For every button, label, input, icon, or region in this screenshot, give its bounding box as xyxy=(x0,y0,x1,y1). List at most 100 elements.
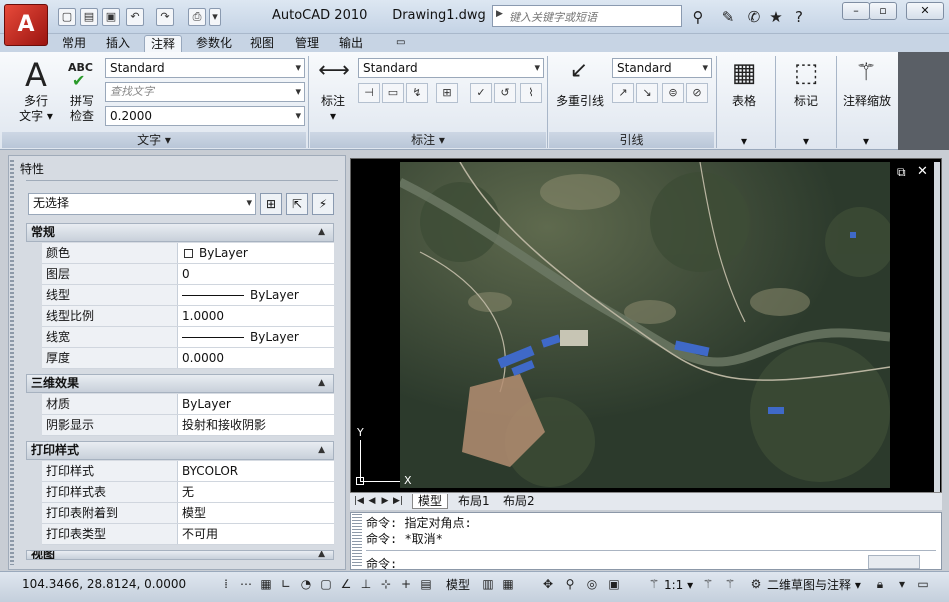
ortho-icon[interactable]: ∟ xyxy=(278,575,294,593)
auto-scale-icon[interactable]: ⚚ xyxy=(722,575,738,593)
layout-view-icon[interactable]: ▥ xyxy=(480,575,496,593)
tab-output[interactable]: 输出 xyxy=(333,35,369,52)
polar-icon[interactable]: ◔ xyxy=(298,575,314,593)
tab-model[interactable]: 模型 xyxy=(412,494,449,509)
undo-icon[interactable]: ↶ xyxy=(126,8,144,26)
model-space-toggle[interactable]: 模型 xyxy=(446,576,470,594)
multileader-button[interactable]: 多重引线 xyxy=(552,94,608,109)
prev-tab-icon[interactable]: ◀ xyxy=(366,494,378,508)
dimension-button[interactable]: 标注 ▾ xyxy=(314,94,352,124)
tab-layout2[interactable]: 布局2 xyxy=(498,494,540,509)
first-tab-icon[interactable]: |◀ xyxy=(353,494,365,508)
communication-icon[interactable]: ✆ xyxy=(744,7,764,27)
prop-row[interactable]: 图层 0 xyxy=(42,264,334,285)
find-text-input[interactable]: 查找文字 xyxy=(105,82,305,102)
vertical-scrollbar[interactable] xyxy=(934,162,940,492)
maximize-button[interactable]: ▫ xyxy=(869,2,897,20)
prop-row[interactable]: 线宽 ByLayer xyxy=(42,327,334,348)
next-tab-icon[interactable]: ▶ xyxy=(379,494,391,508)
quick-select-icon[interactable]: ⚡ xyxy=(312,193,334,215)
redo-icon[interactable]: ↷ xyxy=(156,8,174,26)
prop-row[interactable]: 阴影显示 投射和接收阴影 xyxy=(42,415,334,436)
tab-view[interactable]: 视图 xyxy=(244,35,280,52)
annotation-scale-button[interactable]: 注释缩放 xyxy=(840,94,894,109)
select-objects-icon[interactable]: ⇱ xyxy=(286,193,308,215)
toggle-pickadd-icon[interactable]: ⊞ xyxy=(260,193,282,215)
collect-leader-icon[interactable]: ⊘ xyxy=(686,83,708,103)
prop-row[interactable]: 材质 ByLayer xyxy=(42,394,334,415)
binoculars-icon[interactable]: ⚲ xyxy=(688,7,708,27)
section-general[interactable]: 常规 xyxy=(26,223,334,242)
lineweight-icon[interactable]: + xyxy=(398,575,414,593)
quick-access-dropdown-icon[interactable]: ▾ xyxy=(209,8,221,26)
prop-row[interactable]: 打印样式表无 xyxy=(42,482,334,503)
prop-row[interactable]: 打印表类型 不可用 xyxy=(42,524,334,545)
tab-manage[interactable]: 管理 xyxy=(289,35,325,52)
new-file-icon[interactable]: ▢ xyxy=(58,8,76,26)
command-grip[interactable] xyxy=(352,514,362,566)
palette-grip[interactable] xyxy=(10,160,14,565)
tab-layout1[interactable]: 布局1 xyxy=(453,494,495,509)
markup-button[interactable]: 标记 xyxy=(784,94,828,109)
leader-panel-label[interactable]: 引线 xyxy=(549,132,714,148)
section-view[interactable]: 视图 xyxy=(26,550,334,560)
otrack-icon[interactable]: ∠ xyxy=(338,575,354,593)
dim-style-select[interactable]: Standard xyxy=(358,58,544,78)
viewport-close-icon[interactable]: ✕ xyxy=(917,164,928,179)
infer-constraints-icon[interactable]: ⁞ xyxy=(218,575,234,593)
selection-select[interactable]: 无选择 xyxy=(28,193,256,215)
tab-annotate[interactable]: 注释 xyxy=(144,35,183,52)
grid-icon[interactable]: ▦ xyxy=(258,575,274,593)
close-button[interactable]: ✕ xyxy=(906,2,944,20)
prop-row[interactable]: 颜色 ByLayer xyxy=(42,243,334,264)
minimize-button[interactable]: – xyxy=(842,2,870,20)
workspace-gear-icon[interactable]: ⚙ xyxy=(748,575,764,593)
dim-text-icon[interactable]: ▭ xyxy=(382,83,404,103)
table-dropdown-icon[interactable]: ▾ xyxy=(730,134,758,149)
command-prompt[interactable]: 命令: xyxy=(366,555,397,572)
annotation-scale-dropdown-icon[interactable]: ▾ xyxy=(852,134,880,149)
prop-row[interactable]: 打印样式 BYCOLOR xyxy=(42,461,334,482)
align-leader-icon[interactable]: ⊜ xyxy=(662,83,684,103)
add-leader-icon[interactable]: ↗ xyxy=(612,83,634,103)
annotation-scale-status-icon[interactable]: ⚚ xyxy=(646,575,662,593)
dim-continue-icon[interactable]: ⊞ xyxy=(436,83,458,103)
spell-check-button[interactable]: 拼写 检查 xyxy=(64,94,100,124)
prop-row[interactable]: 线型比例 1.0000 xyxy=(42,306,334,327)
dim-panel-label[interactable]: 标注 ▾ xyxy=(310,132,546,148)
pan-icon[interactable]: ✥ xyxy=(540,575,556,593)
application-menu-button[interactable]: A xyxy=(4,4,48,46)
multiline-text-button[interactable]: 多行 文字 ▾ xyxy=(18,94,54,124)
steering-wheel-icon[interactable]: ◎ xyxy=(584,575,600,593)
tab-parametric[interactable]: 参数化 xyxy=(190,35,238,52)
dyn-icon[interactable]: ⊹ xyxy=(378,575,394,593)
lock-icon[interactable]: 🔒︎ xyxy=(872,575,888,593)
quick-properties-icon[interactable]: ▤ xyxy=(418,575,434,593)
subscription-icon[interactable]: ✎ xyxy=(718,7,738,27)
quick-view-icon[interactable]: ▦ xyxy=(500,575,516,593)
ducs-icon[interactable]: ⊥ xyxy=(358,575,374,593)
section-3d-effects[interactable]: 三维效果 xyxy=(26,374,334,393)
last-tab-icon[interactable]: ▶| xyxy=(392,494,404,508)
print-icon[interactable]: ⎙ xyxy=(188,8,206,26)
text-height-select[interactable]: 0.2000 xyxy=(105,106,305,126)
tab-insert[interactable]: 插入 xyxy=(100,35,136,52)
save-icon[interactable]: ▣ xyxy=(102,8,120,26)
dim-linear-icon[interactable]: ⊣ xyxy=(358,83,380,103)
annotation-scale-value[interactable]: 1:1 ▾ xyxy=(664,576,693,594)
prop-row[interactable]: 厚度 0.0000 xyxy=(42,348,334,369)
coordinates-readout[interactable]: 104.3466, 28.8124, 0.0000 xyxy=(22,577,186,591)
leader-style-select[interactable]: Standard xyxy=(612,58,712,78)
text-panel-label[interactable]: 文字 ▾ xyxy=(2,132,306,148)
dim-update-icon[interactable]: ↺ xyxy=(494,83,516,103)
open-folder-icon[interactable]: ▤ xyxy=(80,8,98,26)
command-horizontal-scrollbar[interactable] xyxy=(868,555,920,569)
text-style-select[interactable]: Standard xyxy=(105,58,305,78)
showmotion-icon[interactable]: ▣ xyxy=(606,575,622,593)
search-input[interactable]: 键入关键字或短语 xyxy=(492,5,682,27)
remove-leader-icon[interactable]: ↘ xyxy=(636,83,658,103)
clean-screen-icon[interactable]: ▭ xyxy=(910,575,936,593)
ribbon-minimize-icon[interactable]: ▭ xyxy=(390,35,411,52)
snap-icon[interactable]: ⋯ xyxy=(238,575,254,593)
dim-jog-icon[interactable]: ⌇ xyxy=(520,83,542,103)
